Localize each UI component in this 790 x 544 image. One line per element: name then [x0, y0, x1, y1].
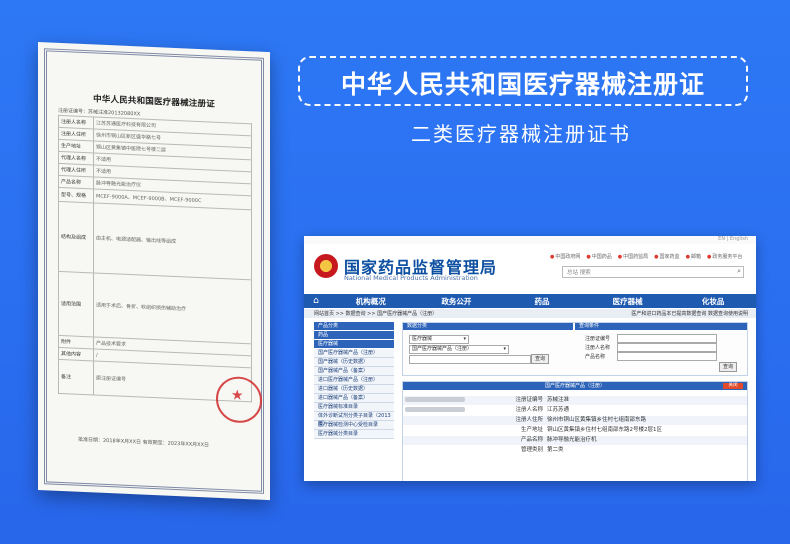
certificate-row-key: 备注 — [58, 359, 94, 395]
background: 中华人民共和国医疗器械注册证 注册证编号：苏械注准20132080XX 注册人名… — [0, 0, 790, 544]
result-key: 生产地址 — [520, 427, 543, 433]
result-value: 江苏苏通 — [547, 407, 570, 413]
panel-header-right-label: 查询条件 — [579, 323, 600, 329]
top-link[interactable]: 中国药监局 — [618, 253, 648, 260]
certificate-row-key: 结构及组成 — [58, 201, 94, 273]
label-reg-number: 注册证编号 — [585, 336, 611, 342]
subtitle: 二类医疗器械注册证书 — [411, 122, 631, 146]
registration-certificate: 中华人民共和国医疗器械注册证 注册证编号：苏械注准20132080XX 注册人名… — [38, 42, 270, 501]
top-link[interactable]: 政务服务平台 — [707, 253, 742, 260]
registrant-field[interactable] — [617, 343, 717, 352]
result-row: 管理类别 第二类 — [403, 446, 747, 455]
top-links: 中国政府网中国药品中国药监局国家药监邮箱政务服务平台 — [550, 253, 742, 260]
site-search-input[interactable]: 总站 搜索 ⌕ — [562, 266, 744, 278]
certificate-table: 注册人名称 江苏苏通医疗科技有限公司 注册人住所 徐州市铜山区新区盛华路七号 生产地址铜… — [58, 115, 252, 402]
category-select[interactable]: 医疗器械 — [409, 335, 469, 344]
label-product-name: 产品名称 — [585, 354, 606, 360]
search-icon[interactable]: ⌕ — [737, 267, 741, 276]
breadcrumb[interactable]: 网站首页 >> 数据查询 >> 国产医疗器械产品（注册） — [314, 310, 437, 317]
result-key: 注册人名称 — [515, 407, 543, 413]
certificate-row-key: 型号、规格 — [58, 187, 94, 203]
certificate-row: 结构及组成 由主机、电源适配器、输出线等组成 — [58, 201, 252, 280]
nav-item[interactable]: 药品 — [499, 296, 585, 307]
title-frame: 中华人民共和国医疗器械注册证 — [298, 56, 748, 106]
result-value: 第二类 — [547, 447, 564, 453]
result-value: 徐州市铜山区黄集镇乡住村七组南邵东路 — [547, 417, 647, 423]
nav-item[interactable]: 政务公开 — [414, 296, 500, 307]
certificate-row-key: 适用范围 — [58, 271, 94, 337]
query-panel: 数据分类 查询条件 医疗器械 国产医疗器械产品（注册） 查询 注册证编号 注册人… — [402, 322, 748, 376]
panel-header-right: 查询条件 — [575, 323, 747, 330]
top-link[interactable]: 中国药品 — [586, 253, 612, 260]
top-link[interactable]: 中国政府网 — [550, 253, 580, 260]
result-key: 产品名称 — [520, 437, 543, 443]
sidebar-item[interactable]: 国产医疗器械产品（注册） — [314, 349, 394, 358]
label-registrant: 注册人名称 — [585, 345, 611, 351]
result-row: 生产地址 铜山区黄集镇乡住村七组南邵东路2号楼2层1区 — [403, 426, 747, 435]
panel-header-left-label: 数据分类 — [407, 323, 428, 329]
result-value: 脉冲导融光能治疗机 — [547, 437, 597, 443]
certificate-row-value: 由主机、电源适配器、输出线等组成 — [93, 202, 252, 280]
reg-number-field[interactable] — [617, 334, 717, 343]
sidebar-item[interactable]: 体外诊断试剂分类子目录（2013版） — [314, 412, 394, 427]
result-row: 产品名称 脉冲导融光能治疗机 — [403, 436, 747, 445]
result-value: 铜山区黄集镇乡住村七组南邵东路2号楼2层1区 — [547, 427, 662, 433]
result-row: 注册人住所 徐州市铜山区黄集镇乡住村七组南邵东路 — [403, 416, 747, 425]
sidebar-item[interactable]: 进口医疗器械产品（注册） — [314, 376, 394, 385]
nav-item[interactable]: 机构概况 — [328, 296, 414, 307]
result-row: 注册人名称 江苏苏通 — [403, 406, 747, 415]
close-button[interactable]: 关闭 — [723, 383, 743, 389]
result-key: 管理类别 — [520, 447, 543, 453]
search-placeholder: 总站 搜索 — [567, 270, 591, 276]
sidebar-item[interactable]: 医疗器械标准目录 — [314, 403, 394, 412]
sidebar-header[interactable]: 产品分类 — [314, 322, 394, 330]
main-title: 中华人民共和国医疗器械注册证 — [340, 70, 705, 99]
language-link[interactable]: EN | English — [718, 236, 748, 242]
top-link[interactable]: 国家药监 — [654, 253, 680, 260]
sidebar-header[interactable]: 医疗器械 — [314, 340, 394, 348]
database-select[interactable]: 国产医疗器械产品（注册） — [409, 345, 509, 354]
nav-item[interactable]: 医疗器械 — [585, 296, 671, 307]
sidebar-item[interactable]: 医疗器械分类目录 — [314, 430, 394, 439]
certificate-row-value: 适用于术后、骨折、软组织损伤辅助治疗 — [93, 272, 252, 344]
site-logo-en: National Medical Products Administration — [344, 274, 478, 282]
result-row: 注册证编号 苏械注准 — [403, 396, 747, 405]
main-nav: ⌂ 机构概况 政务公开 药品 医疗器械 化妆品 — [304, 294, 756, 308]
result-key: 注册人住所 — [515, 417, 543, 423]
sidebar: 产品分类 药品 医疗器械 国产医疗器械产品（注册） 国产器械（历史数据） 国产器械产品（备… — [314, 322, 394, 439]
certificate-row: 适用范围 适用于术后、骨折、软组织损伤辅助治疗 — [58, 271, 252, 344]
sidebar-item[interactable]: 进口器械（历史数据） — [314, 385, 394, 394]
panel-header-left: 数据分类 — [403, 323, 573, 330]
result-key: 注册证编号 — [515, 397, 543, 403]
top-link[interactable]: 邮箱 — [686, 253, 701, 260]
query-button[interactable]: 查询 — [719, 362, 737, 372]
sidebar-item[interactable]: 国产器械产品（备案） — [314, 367, 394, 376]
sidebar-header[interactable]: 药品 — [314, 331, 394, 339]
national-emblem-icon — [314, 254, 338, 278]
nmpa-website-screenshot: EN | English 国家药品监督管理局 National Medical … — [304, 236, 756, 481]
result-header: 国产医疗器械产品（注册） — [403, 382, 747, 390]
product-name-field[interactable] — [617, 352, 717, 361]
keyword-field[interactable] — [409, 355, 531, 364]
result-panel: 国产医疗器械产品（注册） 关闭 注册证编号 苏械注准 注册人名称 江苏苏通 注册人住所徐… — [402, 381, 748, 481]
sidebar-item[interactable]: 国产器械（历史数据） — [314, 358, 394, 367]
site-topbar: EN | English — [304, 236, 756, 244]
nav-item[interactable]: 化妆品 — [670, 296, 756, 307]
breadcrumb-bar: 网站首页 >> 数据查询 >> 国产医疗器械产品（注册） 医产和进口药品本已提高… — [304, 309, 756, 318]
sidebar-item[interactable]: 医疗器械检测中心受检目录 — [314, 421, 394, 430]
home-icon[interactable]: ⌂ — [304, 296, 328, 306]
query-help-link[interactable]: 医产和进口药品本已提高数据查询 数据查询使用说明 — [631, 310, 748, 317]
query-button-left[interactable]: 查询 — [531, 354, 549, 364]
sidebar-item[interactable]: 进口器械产品（备案） — [314, 394, 394, 403]
result-value: 苏械注准 — [547, 397, 570, 403]
